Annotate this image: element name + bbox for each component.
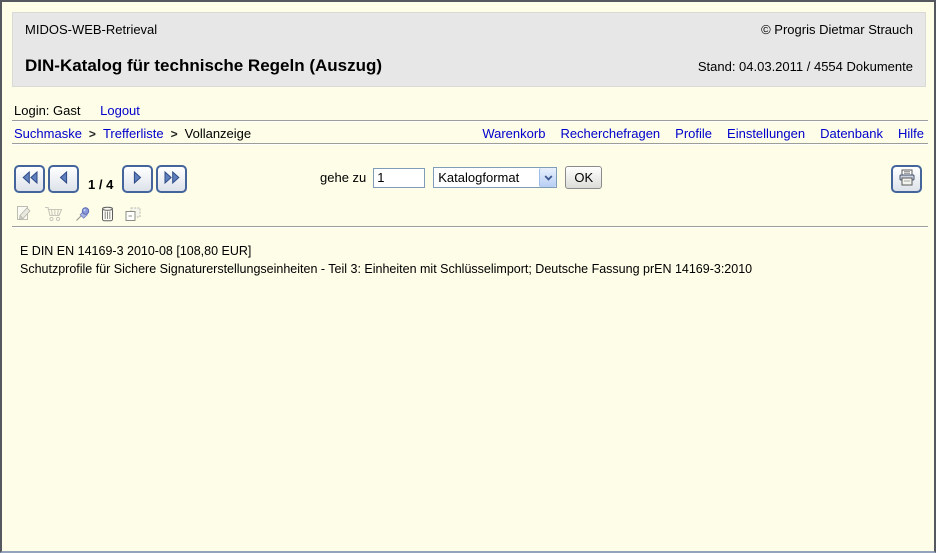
cart-button[interactable] (44, 206, 64, 225)
record-display: E DIN EN 14169-3 2010-08 [108,80 EUR] Sc… (20, 242, 752, 278)
breadcrumb-separator: > (89, 127, 96, 141)
breadcrumb-vollanzeige: Vollanzeige (185, 126, 252, 141)
login-row: Login: Gast Logout (14, 103, 140, 118)
app-title: MIDOS-WEB-Retrieval (25, 22, 157, 37)
pager: 1 / 4 (14, 165, 187, 193)
pin-button[interactable] (75, 206, 90, 225)
next-page-button[interactable] (122, 165, 153, 193)
nav-link-warenkorb[interactable]: Warenkorb (482, 126, 545, 141)
delete-button[interactable] (101, 206, 114, 225)
nav-link-hilfe[interactable]: Hilfe (898, 126, 924, 141)
record-description-line: Schutzprofile für Sichere Signaturerstel… (20, 260, 752, 278)
double-left-arrow-icon (22, 171, 38, 187)
chevron-down-icon (539, 168, 556, 187)
breadcrumb-suchmaske[interactable]: Suchmaske (14, 126, 82, 141)
nav-link-profile[interactable]: Profile (675, 126, 712, 141)
trash-icon (101, 206, 114, 225)
login-label: Login: Gast (14, 103, 81, 118)
last-page-button[interactable] (156, 165, 187, 193)
prev-page-button[interactable] (48, 165, 79, 193)
format-select-value: Katalogformat (434, 170, 519, 185)
goto-input[interactable] (373, 168, 425, 188)
pin-icon (75, 206, 90, 225)
copyright-text: © Progris Dietmar Strauch (761, 22, 913, 37)
ok-button[interactable]: OK (565, 166, 602, 189)
page-title: DIN-Katalog für technische Regeln (Auszu… (25, 56, 382, 76)
right-arrow-icon (133, 171, 142, 187)
copy-button[interactable] (125, 207, 141, 225)
double-right-arrow-icon (164, 171, 180, 187)
breadcrumb-separator: > (171, 127, 178, 141)
breadcrumb: Suchmaske > Trefferliste > Vollanzeige (14, 126, 251, 141)
record-toolbar (16, 205, 141, 225)
cart-icon (44, 206, 64, 225)
status-text: Stand: 04.03.2011 / 4554 Dokumente (698, 59, 913, 74)
edit-button[interactable] (16, 205, 33, 225)
logout-link[interactable]: Logout (100, 103, 140, 118)
top-nav-links: Warenkorb Recherchefragen Profile Einste… (482, 126, 926, 141)
header: MIDOS-WEB-Retrieval © Progris Dietmar St… (12, 12, 926, 87)
printer-icon (898, 169, 916, 189)
edit-icon (16, 205, 33, 225)
goto-group: gehe zu Katalogformat OK (320, 166, 602, 189)
nav-link-datenbank[interactable]: Datenbank (820, 126, 883, 141)
breadcrumb-row: Suchmaske > Trefferliste > Vollanzeige W… (14, 126, 926, 141)
left-arrow-icon (59, 171, 68, 187)
format-select[interactable]: Katalogformat (433, 167, 557, 188)
goto-label: gehe zu (320, 170, 366, 185)
nav-link-einstellungen[interactable]: Einstellungen (727, 126, 805, 141)
copy-icon (125, 207, 141, 225)
record-title-line: E DIN EN 14169-3 2010-08 [108,80 EUR] (20, 242, 752, 260)
print-button[interactable] (891, 165, 922, 193)
midos-web-page: MIDOS-WEB-Retrieval © Progris Dietmar St… (0, 0, 936, 553)
divider (12, 120, 928, 122)
breadcrumb-trefferliste[interactable]: Trefferliste (103, 126, 164, 141)
divider (12, 143, 928, 145)
nav-link-recherchefragen[interactable]: Recherchefragen (560, 126, 660, 141)
page-position: 1 / 4 (88, 177, 113, 192)
divider (12, 226, 928, 228)
first-page-button[interactable] (14, 165, 45, 193)
